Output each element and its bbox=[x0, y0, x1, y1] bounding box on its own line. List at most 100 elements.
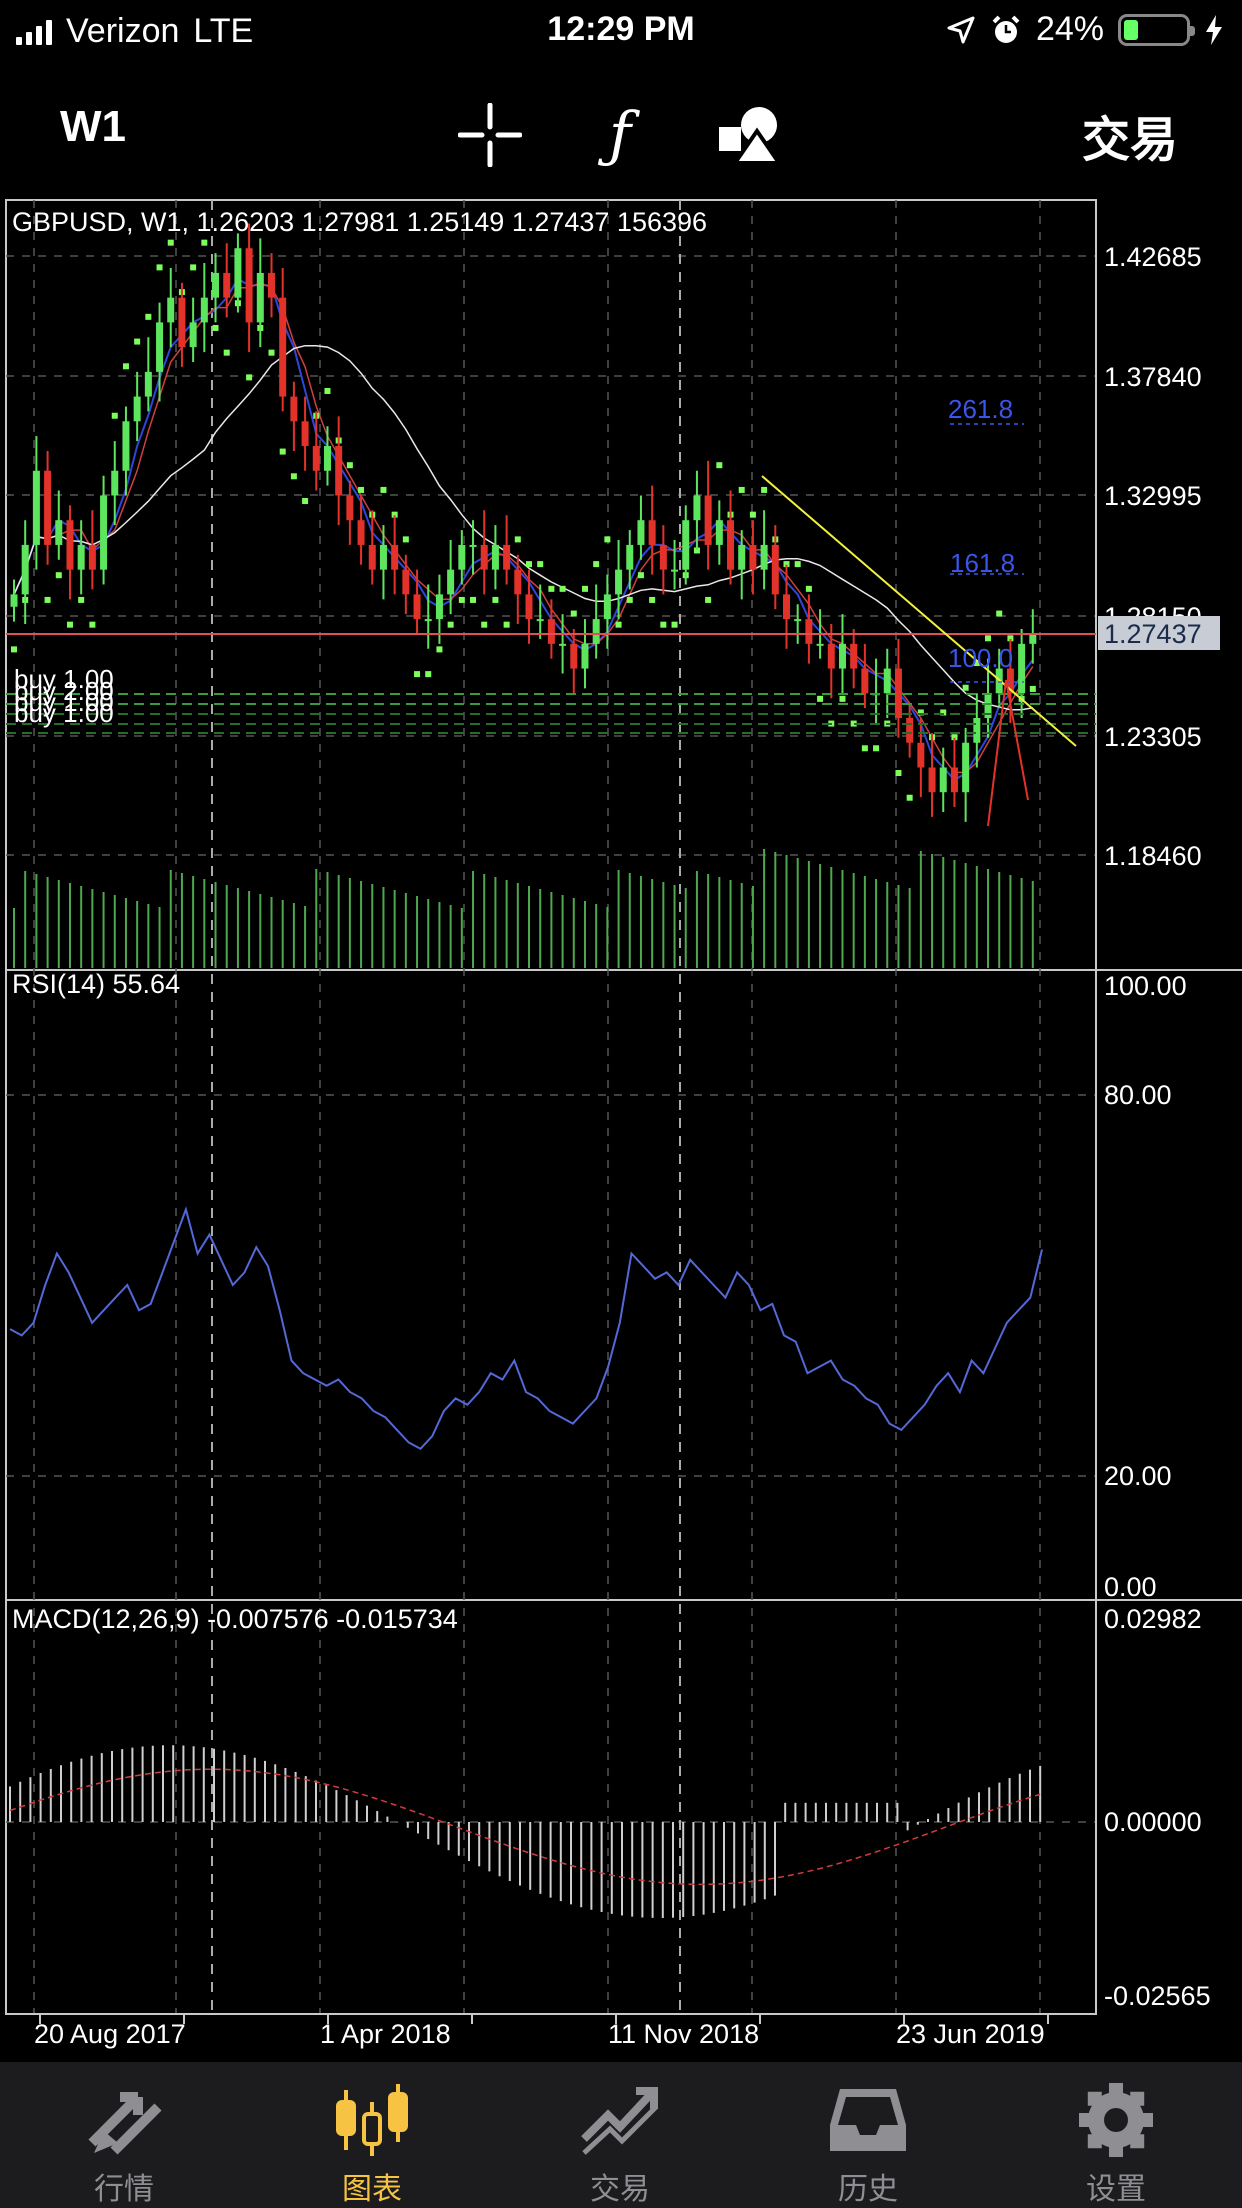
candle-body bbox=[111, 470, 119, 496]
chart-candles-icon bbox=[332, 2080, 412, 2160]
macd-tick: 0.02982 bbox=[1104, 1604, 1202, 1634]
location-arrow-icon bbox=[947, 16, 975, 43]
sar-dot bbox=[570, 610, 577, 617]
candle-body bbox=[917, 742, 925, 768]
sar-dot bbox=[11, 646, 17, 653]
candle-body bbox=[536, 619, 544, 622]
parabolic-sar bbox=[11, 239, 1036, 801]
crosshair-icon[interactable] bbox=[455, 100, 525, 170]
chart-grid bbox=[5, 199, 1242, 2024]
candle-body bbox=[727, 520, 735, 570]
candle-body bbox=[525, 594, 533, 620]
ma-slow-line bbox=[13, 344, 1033, 711]
tab-label: 设置 bbox=[1086, 2173, 1146, 2206]
price-tick: 1.23305 bbox=[1104, 722, 1202, 752]
chart-area[interactable]: GBPUSD, W1, 1.26203 1.27981 1.25149 1.27… bbox=[0, 196, 1242, 2056]
candle-body bbox=[962, 742, 970, 793]
candle-body bbox=[88, 544, 96, 570]
sar-dot bbox=[66, 621, 73, 628]
candle-body bbox=[883, 668, 891, 694]
tab-settings[interactable]: 设置 bbox=[992, 2062, 1240, 2208]
candle-body bbox=[514, 569, 522, 595]
sar-dot bbox=[470, 596, 477, 603]
history-inbox-icon bbox=[828, 2080, 908, 2160]
sar-dot bbox=[649, 596, 656, 603]
sar-dot bbox=[615, 621, 622, 628]
sar-dot bbox=[481, 621, 488, 628]
rsi-line bbox=[9, 1206, 1043, 1451]
tab-label: 交易 bbox=[590, 2173, 650, 2206]
candle-body bbox=[805, 619, 813, 644]
trade-button[interactable]: 交易 bbox=[1082, 100, 1178, 170]
date-tick: 1 Apr 2018 bbox=[320, 2019, 451, 2049]
candle-body bbox=[167, 297, 175, 323]
candle-body bbox=[447, 569, 455, 595]
sar-dot bbox=[503, 621, 510, 628]
sar-dot bbox=[805, 585, 812, 592]
tab-trade[interactable]: 交易 bbox=[496, 2062, 744, 2208]
timeframe-button[interactable]: W1 bbox=[60, 102, 126, 152]
date-tick: 11 Nov 2018 bbox=[608, 2019, 759, 2049]
sar-dot bbox=[996, 610, 1003, 617]
sar-dot bbox=[302, 498, 309, 505]
fib-label: 261.8 bbox=[948, 394, 1013, 424]
current-price-label: 1.27437 bbox=[1104, 619, 1202, 649]
candle-body bbox=[480, 544, 488, 570]
sar-dot bbox=[268, 349, 275, 356]
candle-body bbox=[693, 495, 701, 521]
sar-dot bbox=[89, 621, 96, 628]
shapes-icon[interactable] bbox=[715, 100, 785, 170]
status-bar: Verizon LTE 12:29 PM 24% bbox=[0, 0, 1242, 64]
sar-dot bbox=[985, 635, 992, 642]
candle-body bbox=[794, 619, 802, 622]
sar-dot bbox=[526, 561, 532, 568]
candle-body bbox=[603, 594, 611, 620]
candle-body bbox=[671, 569, 679, 572]
fib-label: 161.8 bbox=[950, 548, 1015, 578]
sar-dot bbox=[906, 794, 913, 801]
candle-body bbox=[200, 297, 208, 323]
tab-quotes[interactable]: 行情 bbox=[0, 2062, 248, 2208]
candle-body bbox=[279, 297, 287, 397]
tab-history[interactable]: 历史 bbox=[744, 2062, 992, 2208]
candle-body bbox=[335, 446, 343, 496]
candle-body bbox=[323, 446, 331, 471]
candle-body bbox=[234, 248, 242, 298]
battery-percent: 24% bbox=[1035, 10, 1104, 48]
candle-body bbox=[659, 544, 667, 570]
gear-hole bbox=[1104, 2108, 1128, 2132]
sar-dot bbox=[324, 388, 331, 395]
sar-dot bbox=[190, 264, 197, 271]
price-tick: 1.32995 bbox=[1104, 481, 1202, 511]
sar-dot bbox=[201, 239, 208, 246]
candle-body bbox=[312, 446, 320, 471]
settings-gear-icon bbox=[1077, 2080, 1155, 2160]
sar-dot bbox=[604, 536, 611, 543]
volume-bars bbox=[13, 849, 1034, 968]
chart-header: GBPUSD, W1, 1.26203 1.27981 1.25149 1.27… bbox=[12, 207, 707, 237]
sar-dot bbox=[817, 695, 824, 702]
candle-body bbox=[771, 544, 779, 595]
candle-body bbox=[290, 396, 298, 422]
candle-body bbox=[357, 520, 365, 545]
candle-body bbox=[939, 767, 947, 793]
sar-dot bbox=[134, 338, 141, 345]
sar-dot bbox=[78, 596, 85, 603]
candle-body bbox=[156, 322, 164, 372]
candle-body bbox=[760, 544, 768, 570]
candle-body bbox=[547, 619, 555, 644]
tab-chart[interactable]: 图表 bbox=[248, 2062, 496, 2208]
candle-body bbox=[435, 594, 443, 620]
tab-label: 图表 bbox=[342, 2173, 402, 2206]
candle-body bbox=[570, 643, 578, 669]
candle-body bbox=[301, 421, 309, 447]
sar-dot bbox=[671, 621, 678, 628]
candle-body bbox=[189, 322, 197, 348]
candle-body bbox=[1029, 633, 1037, 644]
candle-body bbox=[133, 396, 141, 422]
sar-dot bbox=[761, 486, 768, 493]
candle-body bbox=[346, 495, 354, 521]
macd-signal-line bbox=[9, 1768, 1041, 1886]
chart-svg[interactable]: GBPUSD, W1, 1.26203 1.27981 1.25149 1.27… bbox=[0, 196, 1242, 2056]
function-icon[interactable]: ƒ bbox=[585, 100, 655, 170]
